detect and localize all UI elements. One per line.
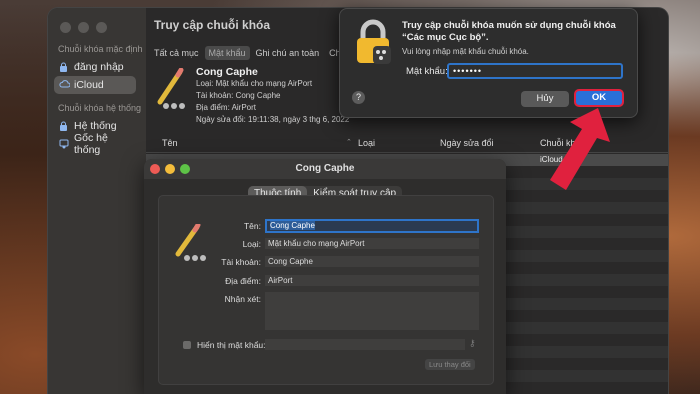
password-input[interactable]: ••••••• <box>447 63 623 79</box>
location-field[interactable]: AirPort <box>265 275 479 286</box>
account-field[interactable]: Cong Caphe <box>265 256 479 267</box>
name-label: Tên: <box>243 221 261 231</box>
name-value: Cong Caphe <box>270 221 315 230</box>
save-changes-button[interactable]: Lưu thay đổi <box>425 359 475 370</box>
keychain-password-dialog: Truy cập chuỗi khóa muốn sử dụng chuỗi k… <box>339 8 638 118</box>
column-type[interactable]: Loại <box>358 138 375 148</box>
type-label: Loại: <box>242 239 261 249</box>
red-arrow-annotation <box>548 108 610 195</box>
column-modified[interactable]: Ngày sửa đổi <box>440 138 494 148</box>
sidebar-item-icloud[interactable]: iCloud <box>54 76 136 94</box>
lock-icon <box>354 19 392 70</box>
name-field[interactable]: Cong Caphe <box>265 219 479 233</box>
sidebar-item-system-roots[interactable]: Gốc hệ thống <box>54 132 136 156</box>
show-password-checkbox[interactable] <box>183 341 191 349</box>
zoom-button[interactable] <box>96 22 107 33</box>
item-account: Tài khoản: Cong Caphe <box>196 91 281 100</box>
item-detail-window: Cong Caphe Thuộc tính Kiểm soát truy cập… <box>144 159 506 394</box>
minimize-button[interactable] <box>78 22 89 33</box>
item-summary: Cong Caphe Loại: Mật khẩu cho mạng AirPo… <box>196 66 349 126</box>
item-type: Loại: Mật khẩu cho mạng AirPort <box>196 79 313 88</box>
detail-window-controls <box>150 164 190 174</box>
password-label: Mật khẩu: <box>406 66 448 77</box>
column-name[interactable]: Tên <box>162 138 178 148</box>
lock-icon <box>59 121 69 131</box>
attributes-panel: Tên: Cong Caphe Loại: Mật khẩu cho mạng … <box>158 195 494 385</box>
item-name: Cong Caphe <box>196 66 258 78</box>
dialog-subtitle: Vui lòng nhập mật khẩu chuỗi khóa. <box>402 47 529 56</box>
sidebar: Chuỗi khóa mặc định đăng nhập iCloud Chu… <box>48 8 146 394</box>
password-field[interactable] <box>265 339 465 350</box>
sidebar-item-label: Hệ thống <box>74 120 117 132</box>
comment-field[interactable] <box>265 292 479 330</box>
sidebar-item-label: iCloud <box>74 79 104 91</box>
help-button[interactable]: ? <box>352 91 365 104</box>
category-tabs: Tất cả mục Mật khẩu Ghi chú an toàn Chứn… <box>150 46 361 60</box>
zoom-button[interactable] <box>180 164 190 174</box>
sidebar-item-login[interactable]: đăng nhập <box>54 58 136 76</box>
close-button[interactable] <box>60 22 71 33</box>
item-location: Địa điểm: AirPort <box>196 103 257 112</box>
item-modified: Ngày sửa đổi: 19:11:38, ngày 3 thg 6, 20… <box>196 115 350 124</box>
show-password-label: Hiển thị mật khẩu: <box>197 340 266 350</box>
tab-secure-notes[interactable]: Ghi chú an toàn <box>252 46 324 60</box>
sidebar-section-default: Chuỗi khóa mặc định <box>58 44 143 54</box>
key-icon: ⚷ <box>469 338 476 348</box>
sidebar-item-label: Gốc hệ thống <box>74 132 108 156</box>
window-title: Truy cập chuỗi khóa <box>154 18 271 32</box>
tab-all-items[interactable]: Tất cả mục <box>150 46 203 60</box>
dialog-title: Truy cập chuỗi khóa muốn sử dụng chuỗi k… <box>402 20 616 43</box>
certificate-icon <box>59 139 69 149</box>
comment-label: Nhận xét: <box>224 294 261 304</box>
sidebar-section-system: Chuỗi khóa hệ thống <box>58 103 142 113</box>
password-item-icon <box>154 67 190 117</box>
lock-icon <box>59 62 69 72</box>
sidebar-item-label: đăng nhập <box>74 61 124 73</box>
location-label: Địa điểm: <box>225 276 261 286</box>
detail-title-bar[interactable]: Cong Caphe <box>144 159 506 179</box>
tab-passwords[interactable]: Mật khẩu <box>204 46 250 60</box>
minimize-button[interactable] <box>165 164 175 174</box>
close-button[interactable] <box>150 164 160 174</box>
ok-button[interactable]: OK <box>574 89 624 107</box>
window-controls <box>60 22 107 33</box>
cloud-icon <box>59 80 71 90</box>
account-label: Tài khoản: <box>221 257 261 267</box>
detail-window-title: Cong Caphe <box>295 163 355 174</box>
cancel-button[interactable]: Hủy <box>521 91 569 107</box>
type-field[interactable]: Mật khẩu cho mạng AirPort <box>265 238 479 249</box>
sort-chevron-icon: ⌃ <box>346 139 352 146</box>
